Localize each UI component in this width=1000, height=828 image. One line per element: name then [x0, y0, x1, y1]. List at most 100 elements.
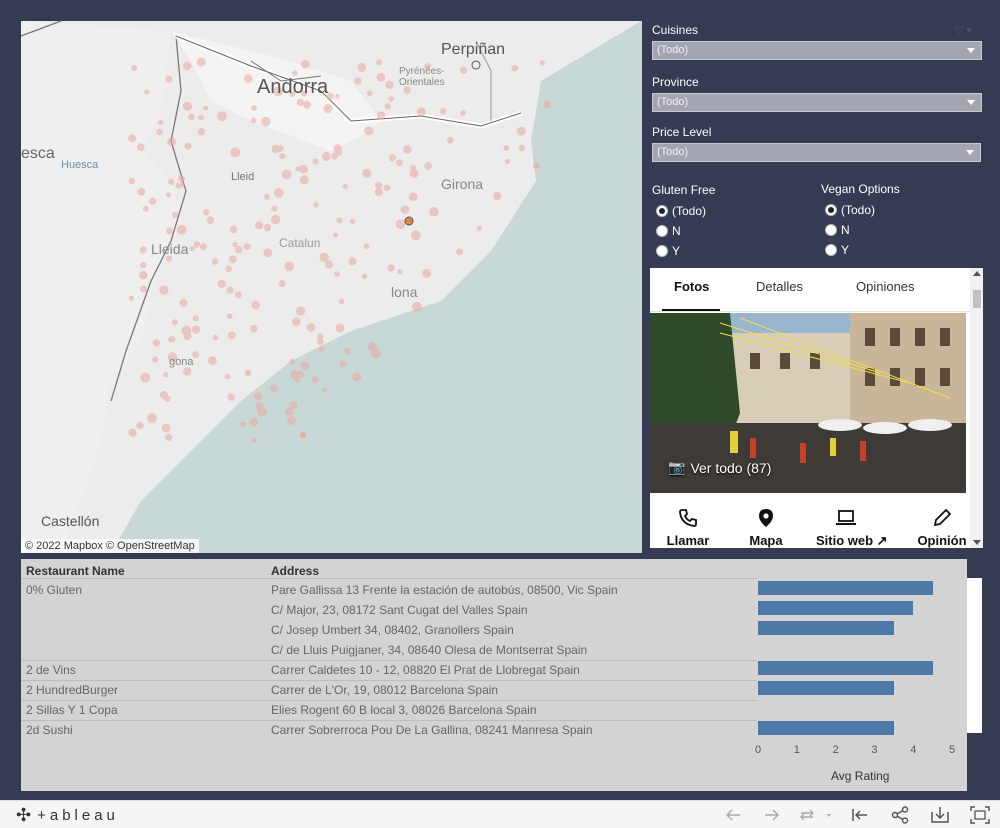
share-icon[interactable] — [890, 806, 910, 824]
avg-rating-bar[interactable] — [758, 681, 894, 695]
restaurant-marker[interactable] — [367, 341, 378, 352]
restaurant-marker[interactable] — [167, 137, 177, 147]
restaurant-marker[interactable] — [321, 152, 331, 161]
gluten-free-option-y[interactable]: Y — [656, 244, 680, 258]
restaurant-marker[interactable] — [131, 64, 138, 71]
restaurant-marker[interactable] — [169, 335, 176, 343]
restaurant-marker[interactable] — [543, 100, 551, 109]
restaurant-marker[interactable] — [460, 110, 466, 116]
restaurant-marker[interactable] — [128, 428, 137, 437]
restaurant-marker[interactable] — [324, 260, 334, 269]
restaurant-marker[interactable] — [348, 257, 357, 266]
restaurant-marker[interactable] — [357, 62, 367, 72]
restaurant-marker[interactable] — [163, 395, 171, 402]
restaurant-marker[interactable] — [299, 175, 309, 185]
table-cell-address[interactable]: C/ de Lluis Puigjaner, 34, 08640 Olesa d… — [271, 643, 587, 657]
restaurant-marker[interactable] — [385, 80, 394, 89]
restaurant-marker[interactable] — [142, 205, 149, 212]
restaurant-marker[interactable] — [311, 376, 319, 384]
restaurant-marker[interactable] — [184, 142, 192, 150]
restaurant-marker[interactable] — [352, 372, 362, 382]
restaurant-marker[interactable] — [172, 319, 178, 325]
restaurant-marker[interactable] — [182, 101, 192, 111]
price-level-dropdown[interactable]: (Todo) — [652, 143, 981, 162]
restaurant-marker[interactable] — [383, 184, 391, 192]
table-cell-address[interactable]: C/ Josep Umbert 34, 08402, Granollers Sp… — [271, 623, 514, 637]
restaurant-marker[interactable] — [295, 166, 301, 172]
restaurant-marker[interactable] — [229, 225, 238, 234]
restaurant-marker[interactable] — [199, 243, 207, 251]
vegan-option-y[interactable]: Y — [825, 243, 849, 257]
avg-rating-bar[interactable] — [758, 601, 913, 615]
restaurant-marker[interactable] — [165, 227, 173, 235]
restaurant-marker[interactable] — [312, 158, 319, 165]
restaurant-marker[interactable] — [206, 216, 215, 225]
restaurant-marker[interactable] — [196, 57, 206, 67]
restaurant-marker[interactable] — [300, 361, 310, 370]
restaurant-marker[interactable] — [263, 248, 273, 258]
restaurant-marker[interactable] — [364, 126, 374, 136]
restaurant-marker[interactable] — [376, 59, 383, 66]
map-attribution[interactable]: © 2022 Mapbox © OpenStreetMap — [21, 539, 199, 553]
restaurant-marker[interactable] — [318, 346, 325, 352]
gluten-free-option-todo[interactable]: (Todo) — [656, 204, 706, 218]
restaurant-marker[interactable] — [313, 201, 319, 208]
restaurant-marker[interactable] — [400, 205, 410, 215]
restaurant-marker[interactable] — [181, 325, 192, 336]
scroll-up-icon[interactable] — [973, 271, 981, 276]
avg-rating-bar[interactable] — [758, 721, 894, 735]
table-cell-address[interactable]: Carrer Sobrerroca Pou De La Gallina, 082… — [271, 723, 593, 737]
restaurant-marker[interactable] — [161, 423, 171, 433]
restaurant-marker[interactable] — [193, 241, 201, 248]
restaurant-marker[interactable] — [422, 268, 432, 278]
column-header-restaurant-name[interactable]: Restaurant Name — [26, 564, 125, 578]
restaurant-marker[interactable] — [263, 223, 272, 232]
restaurant-marker[interactable] — [416, 107, 426, 117]
column-header-address[interactable]: Address — [271, 564, 319, 578]
scroll-down-icon[interactable] — [973, 540, 981, 545]
restaurant-marker[interactable] — [339, 360, 347, 368]
call-action[interactable]: Llamar — [658, 508, 718, 548]
restaurant-marker[interactable] — [476, 225, 483, 231]
restaurant-marker[interactable] — [147, 413, 157, 423]
table-cell-address[interactable]: Carrer Caldetes 10 - 12, 08820 El Prat d… — [271, 663, 580, 677]
restaurant-marker[interactable] — [128, 134, 137, 143]
restaurant-marker[interactable] — [203, 209, 210, 216]
restaurant-marker[interactable] — [503, 145, 510, 151]
restaurant-marker[interactable] — [334, 271, 340, 277]
restaurant-marker[interactable] — [271, 144, 281, 154]
tab-detalles[interactable]: Detalles — [756, 279, 803, 294]
restaurant-marker[interactable] — [227, 393, 235, 401]
restaurant-marker[interactable] — [459, 66, 468, 74]
view-all-photos-button[interactable]: 📷 Ver todo (87) — [668, 459, 771, 476]
table-cell-address[interactable]: Carrer de L'Or, 19, 08012 Barcelona Spai… — [271, 683, 498, 697]
restaurant-marker[interactable] — [203, 105, 209, 111]
table-cell-restaurant-name[interactable]: 2 Sillas Y 1 Copa — [26, 703, 118, 717]
table-cell-restaurant-name[interactable]: 0% Gluten — [26, 583, 82, 597]
restaurant-marker[interactable] — [224, 373, 231, 380]
restaurant-marker[interactable] — [165, 75, 173, 83]
restaurant-marker[interactable] — [137, 187, 146, 196]
restaurant-marker[interactable] — [408, 192, 418, 202]
restaurant-marker[interactable] — [128, 177, 136, 185]
restaurant-marker[interactable] — [366, 90, 373, 97]
restaurant-marker[interactable] — [384, 103, 391, 110]
scrollbar-thumb[interactable] — [973, 290, 981, 308]
tab-opiniones[interactable]: Opiniones — [856, 279, 915, 294]
restaurant-marker[interactable] — [287, 416, 297, 425]
restaurant-marker[interactable] — [493, 191, 502, 200]
restaurant-marker[interactable] — [225, 265, 232, 273]
restaurant-marker[interactable] — [323, 104, 333, 113]
restaurant-marker[interactable] — [250, 117, 257, 124]
restaurant-marker[interactable] — [165, 433, 173, 441]
restaurant-marker[interactable] — [163, 372, 169, 378]
restaurant-marker[interactable] — [439, 107, 447, 115]
restaurant-marker[interactable] — [136, 421, 144, 430]
restaurant-marker[interactable] — [388, 154, 396, 162]
restaurant-marker[interactable] — [255, 221, 264, 230]
restaurant-marker[interactable] — [295, 306, 306, 316]
restaurant-marker[interactable] — [504, 158, 510, 165]
restaurant-marker[interactable] — [140, 372, 151, 383]
restaurant-marker[interactable] — [289, 358, 295, 365]
restaurant-marker[interactable] — [296, 98, 305, 107]
